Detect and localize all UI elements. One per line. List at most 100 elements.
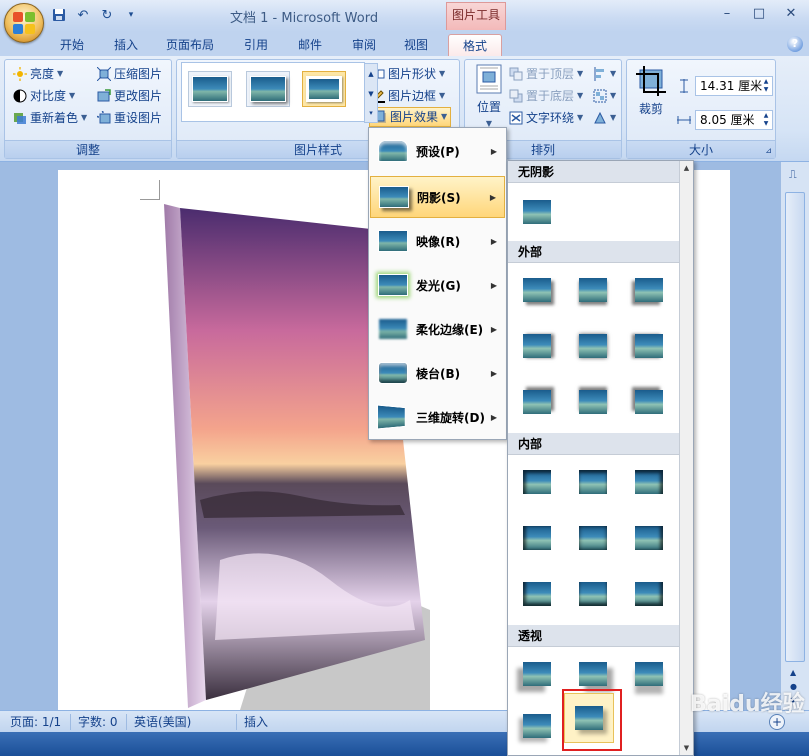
effects-preset-item[interactable]: 预设(P) ▶ [370,130,505,172]
picture-style-2[interactable] [246,71,290,107]
shadow-inner-3[interactable] [624,457,674,507]
effects-bevel-label: 棱台(B) [416,366,461,381]
undo-icon[interactable]: ↶ [74,6,92,24]
bring-to-front-button[interactable]: 置于顶层 ▼ [509,64,583,84]
effects-reflection-item[interactable]: 映像(R) ▶ [370,220,505,262]
height-spinner[interactable]: ▲ ▼ [761,78,771,94]
customize-qat-icon[interactable]: ▾ [122,6,140,24]
picture-style-1[interactable] [188,71,232,107]
gallery-down-icon[interactable]: ▼ [365,84,377,104]
reset-picture-label: 重设图片 [114,111,163,125]
reset-picture-button[interactable]: 重设图片 [94,108,163,128]
gallery-more-icon[interactable]: ▾ [365,104,377,122]
ruler-toggle-icon[interactable]: ⎍ [789,168,797,182]
tab-references[interactable]: 引用 [236,34,276,56]
shadow-inner-5[interactable] [568,513,618,563]
shadow-outer-4[interactable] [512,321,562,371]
position-button[interactable]: 位置 ▼ [471,64,507,128]
effects-bevel-item[interactable]: 棱台(B) ▶ [370,352,505,394]
tab-view[interactable]: 视图 [396,34,436,56]
picture-border-label: 图片边框 [388,89,437,103]
width-spinner[interactable]: ▲ ▼ [761,112,771,128]
brightness-button[interactable]: 亮度 ▼ [13,64,63,84]
shadow-inner-1[interactable] [512,457,562,507]
align-button[interactable]: ▼ [593,64,616,84]
no-shadow-heading: 无阴影 [508,161,679,183]
send-to-back-button[interactable]: 置于底层 ▼ [509,86,583,106]
shadow-perspective-4[interactable] [512,701,562,751]
width-input[interactable]: 8.05 厘米 ▲ ▼ [695,110,773,130]
shadow-inner-7[interactable] [512,569,562,619]
picture-effects-button[interactable]: 图片效果 ▼ [369,107,452,127]
submenu-arrow-icon: ▶ [490,146,497,156]
scroll-up-icon[interactable]: ▲ [790,668,796,677]
glow-icon [378,274,408,296]
height-input[interactable]: 14.31 厘米 ▲ ▼ [695,76,773,96]
group-button[interactable]: ▼ [593,86,616,106]
shadow-outer-1[interactable] [512,265,562,315]
rotate-button[interactable]: ▼ [593,108,616,128]
maximize-button[interactable]: □ [747,4,771,24]
panel-scroll-up-icon[interactable]: ▲ [680,161,693,175]
shadow-outer-2[interactable] [568,265,618,315]
shadow-gallery: 无阴影 外部 内部 透视 ▲ ▼ [507,160,694,756]
picture-style-3[interactable] [302,71,346,107]
word-count[interactable]: 字数: 0 [78,714,118,730]
picture-border-button[interactable]: 图片边框 ▼ [371,86,445,106]
text-wrapping-button[interactable]: 文字环绕 ▼ [509,108,583,128]
recolor-button[interactable]: 重新着色 ▼ [13,108,87,128]
shadow-outer-6[interactable] [624,321,674,371]
shadow-inner-6[interactable] [624,513,674,563]
shadow-gallery-scrollbar[interactable]: ▲ ▼ [679,161,693,755]
shadow-inner-8[interactable] [568,569,618,619]
tab-home[interactable]: 开始 [52,34,92,56]
effects-shadow-item[interactable]: 阴影(S) ▶ [370,176,505,218]
crop-label: 裁剪 [638,102,663,116]
contrast-button[interactable]: 对比度 ▼ [13,86,75,106]
effects-soft-edges-item[interactable]: 柔化边缘(E) ▶ [370,308,505,350]
effects-glow-item[interactable]: 发光(G) ▶ [370,264,505,306]
bring-front-label: 置于顶层 [526,67,575,81]
vertical-scrollbar[interactable]: ⎍ ▲ ● ▼ [780,162,809,710]
tab-insert[interactable]: 插入 [106,34,146,56]
language-status[interactable]: 英语(美国) [134,714,191,730]
shadow-outer-3[interactable] [624,265,674,315]
tab-mailings[interactable]: 邮件 [290,34,330,56]
office-button[interactable] [4,3,44,43]
gallery-up-icon[interactable]: ▲ [365,64,377,84]
close-button[interactable]: ✕ [779,4,803,24]
rotate-icon [593,111,607,125]
shadow-outer-8[interactable] [568,377,618,427]
scrollbar-thumb[interactable] [785,192,805,662]
crop-button[interactable]: 裁剪 [633,66,669,122]
shadow-perspective-3[interactable] [624,649,674,699]
shadow-preview-icon [579,390,607,414]
redo-icon[interactable]: ↻ [98,6,116,24]
page-count[interactable]: 页面: 1/1 [10,714,61,730]
minimize-button[interactable]: – [715,4,739,24]
tab-review[interactable]: 审阅 [344,34,384,56]
shadow-inner-9[interactable] [624,569,674,619]
shadow-outer-5[interactable] [568,321,618,371]
change-picture-button[interactable]: 更改图片 [97,86,162,106]
shadow-perspective-1[interactable] [512,649,562,699]
tab-format[interactable]: 格式 [448,34,503,56]
save-icon[interactable] [50,6,68,24]
tab-page-layout[interactable]: 页面布局 [158,34,222,56]
picture-shape-button[interactable]: 图片形状 ▼ [371,64,445,84]
shadow-none[interactable] [512,187,562,237]
shadow-outer-9[interactable] [624,377,674,427]
gallery-scroll[interactable]: ▲ ▼ ▾ [364,63,378,123]
shadow-inner-2[interactable] [568,457,618,507]
change-picture-icon [97,89,111,103]
shadow-preview-icon [579,470,607,494]
help-icon[interactable]: ? [787,36,803,52]
shadow-inner-4[interactable] [512,513,562,563]
shadow-preview-icon [579,526,607,550]
insert-mode[interactable]: 插入 [244,714,268,730]
panel-scroll-down-icon[interactable]: ▼ [680,741,693,755]
compress-pictures-button[interactable]: 压缩图片 [96,64,162,84]
shadow-outer-7[interactable] [512,377,562,427]
effects-3d-rotation-item[interactable]: 三维旋转(D) ▶ [370,396,505,438]
size-dialog-launcher-icon[interactable]: ⊿ [765,146,772,155]
